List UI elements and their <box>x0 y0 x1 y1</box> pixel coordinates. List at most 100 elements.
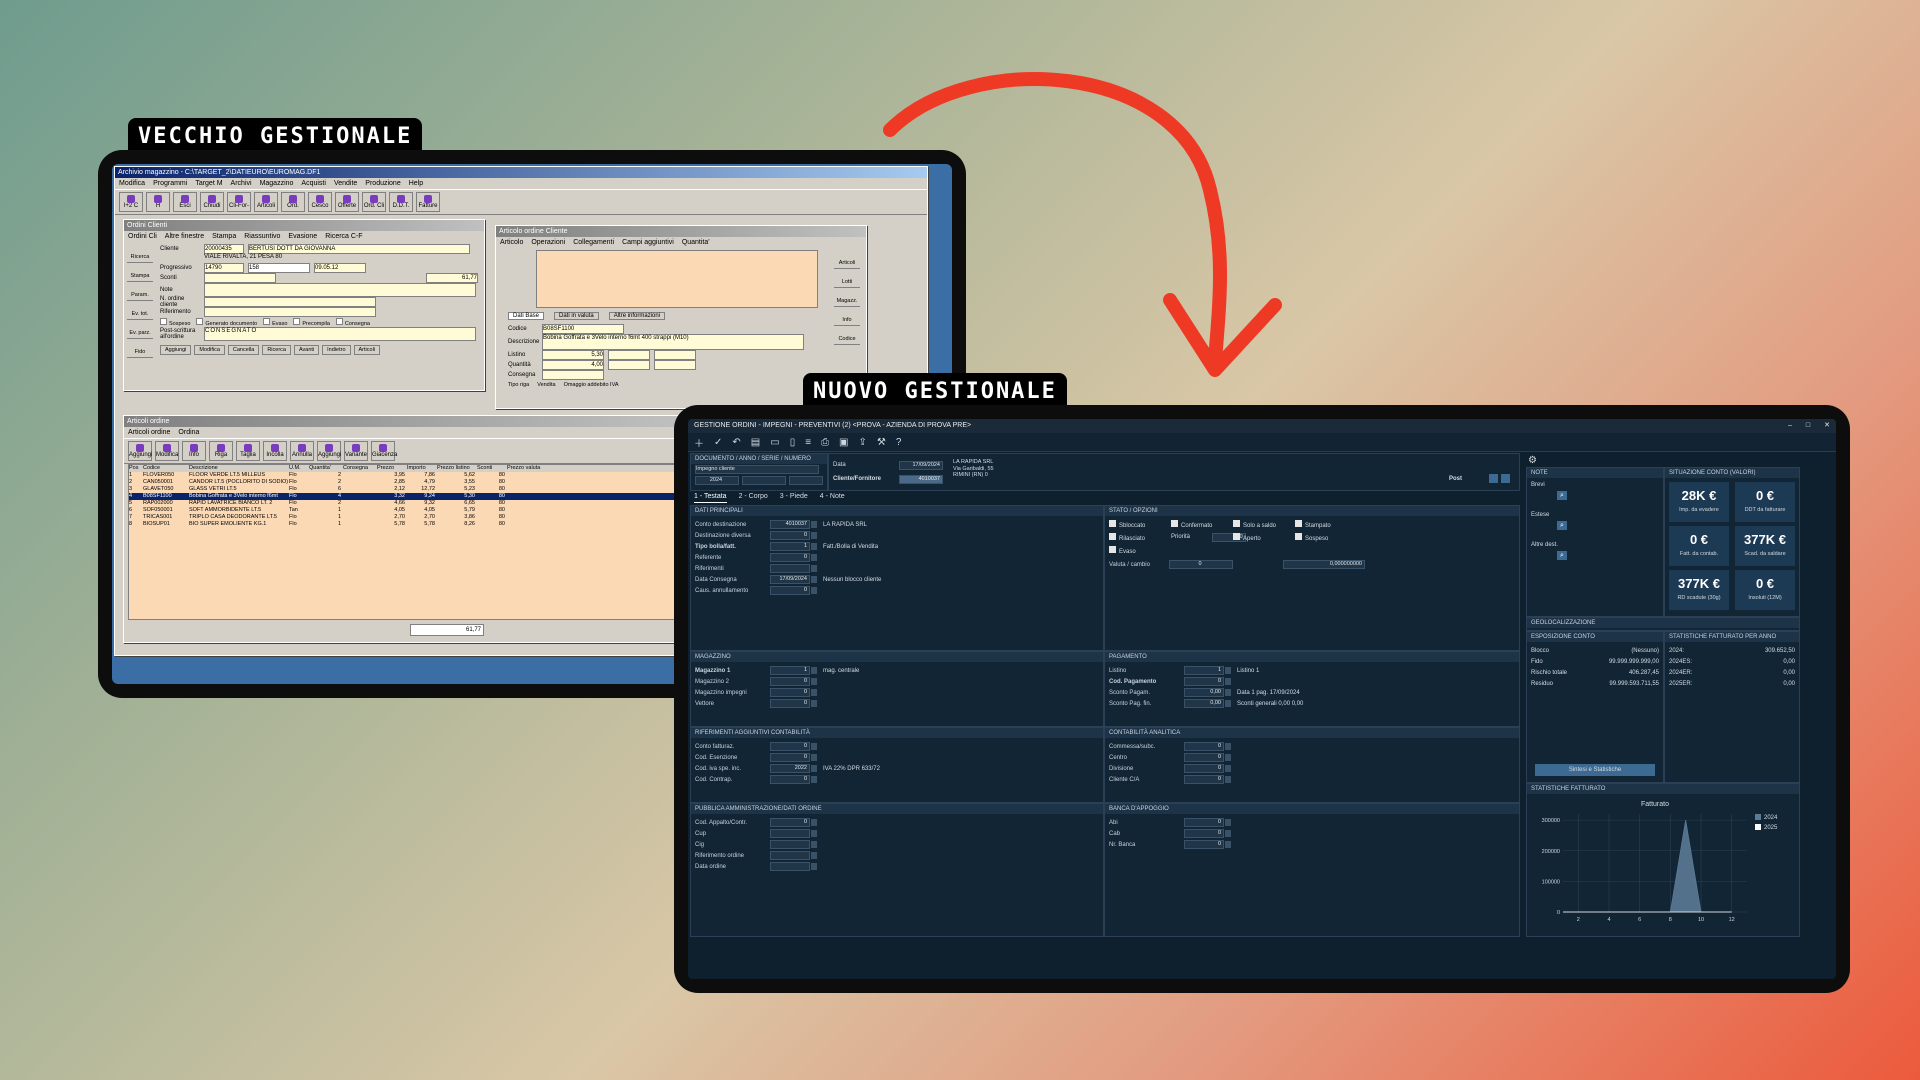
table-row[interactable]: 8 BIOSUP01 BIO SUPER EMOLIENTE KG.1 Flo 1 5,7… <box>129 521 679 528</box>
print-icon[interactable]: ⎙ <box>821 437 829 448</box>
form-field[interactable] <box>770 829 810 838</box>
table-row[interactable]: 7 TRICAS001 TRIPLO CASA DEODORANTE LT.5 Flo… <box>129 514 679 521</box>
ordini-action-button[interactable]: Indietro <box>322 345 351 355</box>
cliente-code[interactable]: 20000435 <box>204 244 244 254</box>
articoli-menu-item[interactable]: Ordina <box>178 429 199 436</box>
lookup-icon[interactable] <box>811 776 817 783</box>
ordini-menu-item[interactable]: Ordini Cli <box>128 233 157 240</box>
cliente-code-field[interactable]: 4010037 <box>899 475 943 484</box>
lookup-icon[interactable] <box>811 754 817 761</box>
post-grid-icon[interactable] <box>1501 474 1510 483</box>
form-field[interactable] <box>770 564 810 573</box>
lookup-icon[interactable] <box>1225 743 1231 750</box>
lookup-icon[interactable] <box>1225 678 1231 685</box>
old-toolbar-button[interactable]: Articoli <box>254 192 278 212</box>
form-field[interactable]: 1 <box>1184 666 1224 675</box>
form-field[interactable]: 0 <box>770 775 810 784</box>
ordini-menu-item[interactable]: Ricerca C-F <box>325 233 362 240</box>
old-menu-item[interactable]: Target M <box>195 180 222 187</box>
form-field[interactable]: 0 <box>770 818 810 827</box>
articoli-menu-item[interactable]: Articoli ordine <box>128 429 170 436</box>
stato-checkbox[interactable]: Solo a saldo <box>1233 520 1295 529</box>
tab-3[interactable]: 3 - Piede <box>780 491 808 503</box>
ordini-menu-item[interactable]: Altre finestre <box>165 233 204 240</box>
ordini-checkbox[interactable]: Generato documento <box>196 317 257 327</box>
lookup-icon[interactable] <box>811 532 817 539</box>
old-toolbar-button[interactable]: Cli-For-M <box>227 192 251 235</box>
tab-4[interactable]: 4 - Note <box>820 491 845 503</box>
articoli-toolbar-button[interactable]: Aggiungi <box>317 441 341 461</box>
search-icon[interactable]: ⌕ <box>1557 521 1567 530</box>
ordini-action-button[interactable]: Articoli <box>353 345 381 355</box>
articolo-side-button[interactable]: Info <box>834 307 860 326</box>
valuta-field[interactable]: 0 <box>1169 560 1233 569</box>
articoli-toolbar-button[interactable]: Info <box>182 441 206 461</box>
old-toolbar-button[interactable]: Cesco <box>308 192 332 212</box>
articolo-tab[interactable]: Dati in valuta <box>554 312 599 320</box>
minimize-icon[interactable]: – <box>1788 419 1792 433</box>
form-field[interactable] <box>770 851 810 860</box>
old-toolbar-button[interactable]: Esci <box>173 192 197 212</box>
old-menu-item[interactable]: Modifica <box>119 180 145 187</box>
importo-field[interactable]: 61,77 <box>426 273 478 283</box>
lookup-icon[interactable] <box>1225 765 1231 772</box>
post-add-icon[interactable] <box>1489 474 1498 483</box>
articolo-side-button[interactable]: Codice <box>834 326 860 345</box>
form-field[interactable]: 0 <box>770 677 810 686</box>
form-field[interactable]: 0 <box>1184 775 1224 784</box>
lookup-icon[interactable] <box>1225 754 1231 761</box>
search-icon[interactable]: ⌕ <box>1557 491 1567 500</box>
articolo-descrizione[interactable]: Bobina Goffrata e 3Velo interno f6mt 400… <box>542 334 804 350</box>
old-toolbar-button[interactable]: I+2 C <box>119 192 143 212</box>
form-field[interactable] <box>770 862 810 871</box>
articolo-tab[interactable]: Altre informazioni <box>608 312 666 320</box>
articolo-side-button[interactable]: Articoli <box>834 250 860 269</box>
table-row[interactable]: 4 B08SF1100 Bobina Goffrata e 3Velo intern… <box>129 493 679 500</box>
articoli-toolbar-button[interactable]: Variante <box>344 441 368 461</box>
lookup-icon[interactable] <box>811 667 817 674</box>
help-icon[interactable]: ? <box>896 437 902 448</box>
articolo-listino[interactable]: 5,30 <box>542 350 604 360</box>
lookup-icon[interactable] <box>1225 700 1231 707</box>
ordini-checkbox[interactable]: Consegna <box>335 317 370 327</box>
numero-field[interactable]: 158 <box>248 263 310 273</box>
page-icon[interactable]: ▯ <box>790 437 796 448</box>
doc-type-select[interactable]: Impegno cliente <box>695 465 819 474</box>
old-menu-item[interactable]: Archivi <box>231 180 252 187</box>
ordini-action-button[interactable]: Ricerca <box>262 345 291 355</box>
anno-field[interactable]: 2024 <box>695 476 739 485</box>
articolo-tab[interactable]: Dati Base <box>508 312 545 320</box>
list-icon[interactable]: ≡ <box>805 437 811 448</box>
form-field[interactable]: 0 <box>770 753 810 762</box>
data-field[interactable]: 09.05.12 <box>314 263 366 273</box>
lookup-icon[interactable] <box>1225 841 1231 848</box>
confirm-icon[interactable]: ✓ <box>714 437 722 448</box>
form-field[interactable]: 1 <box>770 666 810 675</box>
stato-checkbox[interactable]: Rilasciato <box>1109 533 1171 542</box>
lookup-icon[interactable] <box>811 830 817 837</box>
articolo-side-button[interactable]: Lotti <box>834 269 860 288</box>
ordini-action-button[interactable]: Cancella <box>227 345 260 355</box>
form-field[interactable]: 0 <box>1184 840 1224 849</box>
lookup-icon[interactable] <box>811 863 817 870</box>
folder-icon[interactable]: ▭ <box>770 437 779 448</box>
ordini-side-button[interactable]: Stampa <box>127 263 153 282</box>
lookup-icon[interactable] <box>1225 819 1231 826</box>
form-field[interactable]: 0 <box>770 531 810 540</box>
old-toolbar-button[interactable]: H <box>146 192 170 212</box>
form-field[interactable] <box>770 840 810 849</box>
lookup-icon[interactable] <box>1225 776 1231 783</box>
cambio-field[interactable]: 0,000000000 <box>1283 560 1365 569</box>
ordini-action-button[interactable]: Avanti <box>293 345 320 355</box>
monitor-icon[interactable]: ▣ <box>839 437 848 448</box>
ordini-side-button[interactable]: Ricerca <box>127 244 153 263</box>
close-icon[interactable]: ✕ <box>1824 419 1830 433</box>
table-row[interactable]: 3 GLAVET050 GLASS VETRI LT.5 Flo 6 2,12 12,72 5… <box>129 486 679 493</box>
old-toolbar-button[interactable]: D.D.T. <box>389 192 413 212</box>
lookup-icon[interactable] <box>811 743 817 750</box>
articoli-toolbar-button[interactable]: Giacenza <box>371 441 397 461</box>
form-field[interactable]: 0,00 <box>1184 699 1224 708</box>
old-menu-item[interactable]: Help <box>409 180 423 187</box>
lookup-icon[interactable] <box>1225 689 1231 696</box>
form-field[interactable]: 4010037 <box>770 520 810 529</box>
